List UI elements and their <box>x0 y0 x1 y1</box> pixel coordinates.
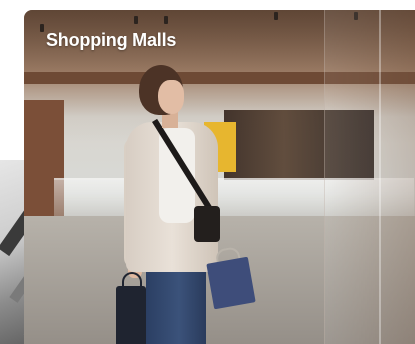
ceiling-light <box>134 16 138 24</box>
shopping-bag-dark <box>116 286 146 344</box>
card-title: Shopping Malls <box>46 30 177 50</box>
shopping-bag-blue <box>206 256 256 310</box>
crossbody-bag <box>194 206 220 242</box>
category-card-shopping-malls[interactable]: Shopping Malls <box>24 10 415 344</box>
glass-edge <box>379 10 381 344</box>
shopper-face <box>158 80 184 114</box>
carousel: Shopping Malls <box>0 0 415 344</box>
glass-partition <box>324 10 415 344</box>
ceiling-light <box>164 16 168 24</box>
ceiling-light <box>274 12 278 20</box>
ceiling-light <box>40 24 44 32</box>
card-photo <box>24 10 415 344</box>
